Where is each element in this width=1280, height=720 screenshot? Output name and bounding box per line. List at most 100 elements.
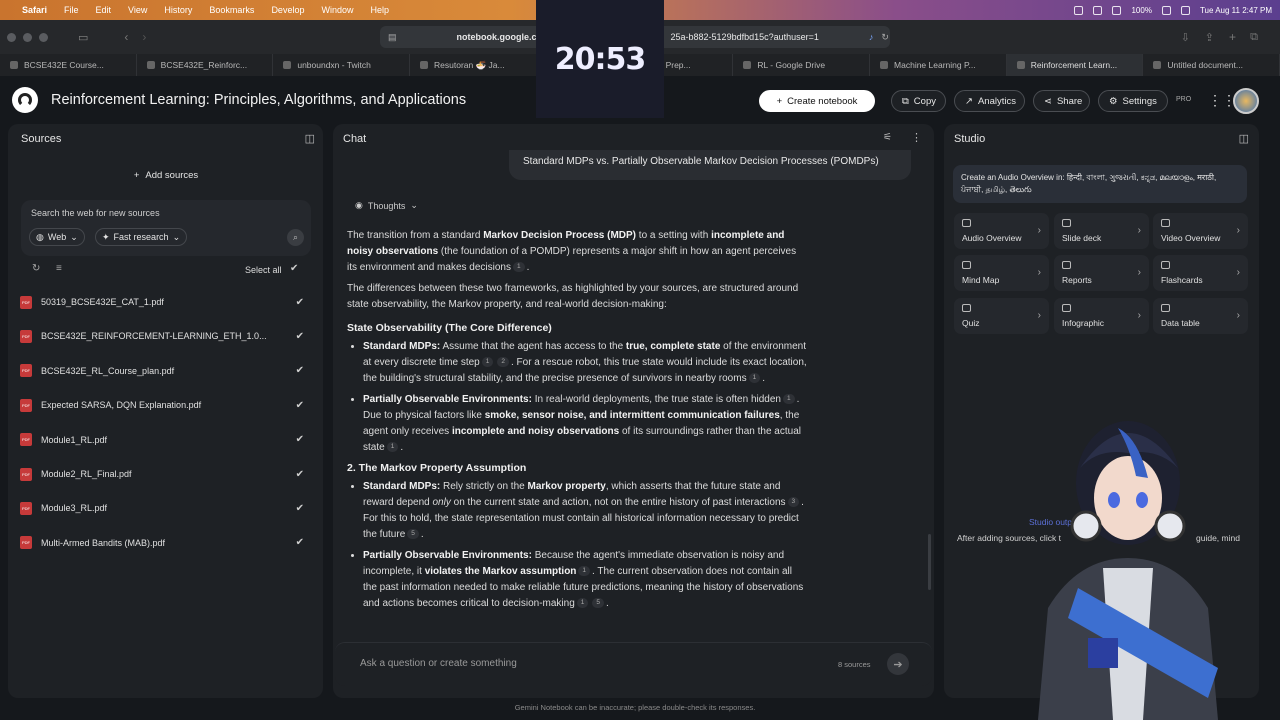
source-checkbox[interactable]: ✔	[296, 537, 304, 548]
slide-deck-tile[interactable]: Slide deck ›	[1054, 213, 1149, 249]
tab-overview-icon[interactable]: ⧉	[1250, 31, 1258, 44]
menu-file[interactable]: File	[64, 5, 79, 15]
tune-icon[interactable]: ⚟	[883, 132, 892, 143]
reports-tile[interactable]: Reports ›	[1054, 255, 1149, 291]
flashcards-tile[interactable]: Flashcards ›	[1153, 255, 1248, 291]
send-arrow-icon[interactable]: ➔	[887, 653, 909, 675]
citation-chip[interactable]: 1	[782, 394, 795, 405]
citation-chip[interactable]: 5	[407, 529, 419, 540]
share-page-icon[interactable]: ⇪	[1205, 31, 1214, 44]
chat-scrollbar[interactable]	[928, 534, 931, 590]
browser-tab[interactable]: Machine Learning P...	[870, 54, 1007, 76]
new-tab-icon[interactable]: +	[1229, 30, 1236, 44]
chat-input-bar[interactable]: Ask a question or create something 8 sou…	[335, 642, 932, 686]
source-item[interactable]: PDF Module2_RL_Final.pdf ✔	[20, 464, 304, 484]
citation-chip[interactable]: 1	[481, 357, 494, 368]
source-item[interactable]: PDF 50319_BCSE432E_CAT_1.pdf ✔	[20, 292, 304, 312]
share-button[interactable]: ⋖ Share	[1033, 90, 1090, 112]
add-sources-button[interactable]: + Add sources	[21, 164, 311, 186]
more-vert-icon[interactable]: ⋮	[911, 131, 922, 144]
menu-help[interactable]: Help	[370, 5, 389, 15]
flashcards-icon	[1161, 261, 1170, 269]
source-checkbox[interactable]: ✔	[296, 297, 304, 308]
source-checkbox[interactable]: ✔	[296, 400, 304, 411]
research-mode-dropdown[interactable]: ✦ Fast research ⌄	[95, 228, 188, 246]
citation-chip[interactable]: 2	[497, 357, 509, 368]
browser-tab[interactable]: BCSE432E_Reinforc...	[137, 54, 274, 76]
analytics-button[interactable]: ↗ Analytics	[954, 90, 1025, 112]
menubar-clock[interactable]: Tue Aug 11 2:47 PM	[1200, 6, 1272, 15]
browser-tab-active[interactable]: Reinforcement Learn...	[1006, 54, 1144, 76]
create-notebook-button[interactable]: + Create notebook	[759, 90, 875, 112]
menu-develop[interactable]: Develop	[271, 5, 304, 15]
sort-icon[interactable]: ≡	[56, 263, 62, 274]
citation-chip[interactable]: 1	[512, 262, 525, 273]
menu-history[interactable]: History	[164, 5, 192, 15]
chat-input[interactable]: Ask a question or create something	[360, 658, 517, 669]
source-item[interactable]: PDF BCSE432E_RL_Course_plan.pdf ✔	[20, 361, 304, 381]
source-checkbox[interactable]: ✔	[296, 469, 304, 480]
back-icon[interactable]: ‹	[124, 30, 128, 44]
source-checkbox[interactable]: ✔	[296, 503, 304, 514]
citation-chip[interactable]: 1	[578, 566, 591, 577]
menu-bookmarks[interactable]: Bookmarks	[209, 5, 254, 15]
browser-tab[interactable]: BCSE432E Course...	[0, 54, 137, 76]
notebook-logo-icon[interactable]	[12, 87, 38, 113]
search-icon[interactable]: ⌕	[287, 229, 304, 246]
search-web-input[interactable]: Search the web for new sources	[31, 208, 160, 218]
select-all-checkbox[interactable]: ✔	[290, 263, 298, 274]
menu-edit[interactable]: Edit	[96, 5, 112, 15]
source-item[interactable]: PDF Module1_RL.pdf ✔	[20, 430, 304, 450]
source-item[interactable]: PDF Expected SARSA, DQN Explanation.pdf ✔	[20, 395, 304, 415]
notebook-title[interactable]: Reinforcement Learning: Principles, Algo…	[51, 92, 466, 108]
video-overview-tile[interactable]: Video Overview ›	[1153, 213, 1248, 249]
quiz-tile[interactable]: Quiz ›	[954, 298, 1049, 334]
sidebar-toggle-icon[interactable]: ▭	[78, 31, 88, 44]
source-item[interactable]: PDF Multi-Armed Bandits (MAB).pdf ✔	[20, 533, 304, 553]
source-checkbox[interactable]: ✔	[296, 331, 304, 342]
web-source-dropdown[interactable]: ◍ Web ⌄	[29, 228, 85, 246]
collapse-panel-icon[interactable]: ◫	[305, 132, 315, 145]
refresh-icon[interactable]: ↻	[32, 263, 40, 274]
wifi-icon[interactable]	[1112, 5, 1122, 15]
settings-button[interactable]: ⚙ Settings	[1098, 90, 1168, 112]
close-window-button[interactable]	[7, 32, 16, 42]
source-item[interactable]: PDF Module3_RL.pdf ✔	[20, 498, 304, 518]
data-table-tile[interactable]: Data table ›	[1153, 298, 1248, 334]
copy-button[interactable]: ⧉ Copy	[891, 90, 946, 112]
menu-view[interactable]: View	[128, 5, 147, 15]
citation-chip[interactable]: 5	[592, 598, 605, 609]
thoughts-toggle[interactable]: ◉ Thoughts ⌄	[355, 200, 418, 211]
apps-grid-icon[interactable]: ⋮⋮	[1208, 92, 1236, 109]
forward-icon[interactable]: ›	[142, 30, 146, 44]
infographic-tile[interactable]: Infographic ›	[1054, 298, 1149, 334]
battery-icon[interactable]	[1161, 5, 1171, 15]
collapse-panel-icon[interactable]: ◫	[1239, 132, 1249, 145]
status-icon[interactable]	[1093, 5, 1103, 15]
minimize-window-button[interactable]	[23, 32, 32, 42]
menu-window[interactable]: Window	[321, 5, 353, 15]
source-item[interactable]: PDF BCSE432E_REINFORCEMENT-LEARNING_ETH_1…	[20, 326, 304, 346]
menu-app[interactable]: Safari	[22, 5, 47, 15]
audio-icon[interactable]: ♪	[869, 32, 874, 42]
browser-tab[interactable]: RL - Google Drive	[733, 54, 871, 76]
citation-chip[interactable]: 1	[748, 373, 761, 384]
browser-tab[interactable]: unboundxn - Twitch	[273, 54, 411, 76]
source-checkbox[interactable]: ✔	[296, 434, 304, 445]
browser-tab[interactable]: Resutoran 🍜 Ja...	[410, 54, 547, 76]
zoom-window-button[interactable]	[39, 32, 48, 42]
avatar[interactable]	[1233, 88, 1259, 114]
status-icon[interactable]	[1074, 5, 1084, 15]
reload-icon[interactable]: ↻	[881, 32, 889, 43]
citation-chip[interactable]: 1	[576, 598, 589, 609]
source-checkbox[interactable]: ✔	[296, 365, 304, 376]
mind-map-tile[interactable]: Mind Map ›	[954, 255, 1049, 291]
download-icon[interactable]: ⇩	[1181, 31, 1190, 44]
audio-overview-tile[interactable]: Audio Overview ›	[954, 213, 1049, 249]
audio-overview-language-banner[interactable]: Create an Audio Overview in: हिन्दी, বাং…	[953, 165, 1247, 203]
reader-icon[interactable]: ▤	[388, 32, 397, 43]
control-center-icon[interactable]	[1180, 5, 1190, 15]
browser-tab[interactable]: Untitled document...	[1143, 54, 1280, 76]
citation-chip[interactable]: 1	[386, 442, 399, 453]
citation-chip[interactable]: 3	[787, 497, 800, 508]
